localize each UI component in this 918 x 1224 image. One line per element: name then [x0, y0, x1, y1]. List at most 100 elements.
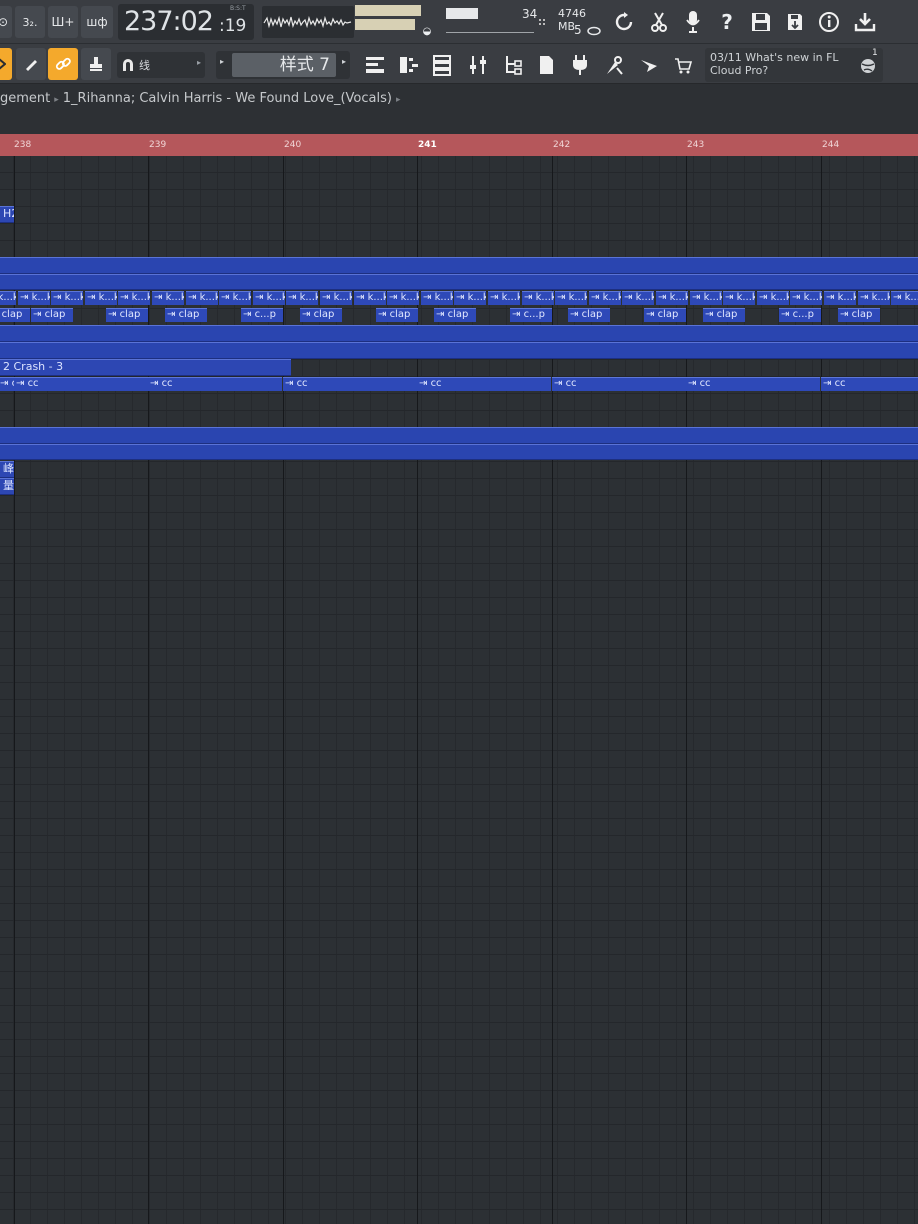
clip-long-1[interactable]	[0, 257, 918, 274]
kick-clip[interactable]: ⇥ k...k	[589, 291, 621, 305]
news-panel[interactable]: 03/11 What's new in FL Cloud Pro? 1	[705, 48, 883, 82]
clip-long-3[interactable]	[0, 325, 918, 342]
kick-clip[interactable]: ⇥ k...k	[51, 291, 83, 305]
cc-clip[interactable]: ⇥ cc	[0, 377, 14, 391]
record-mode-button[interactable]: ⊙	[0, 6, 12, 38]
pattern-prev-arrow-icon[interactable]: ▸	[220, 57, 224, 66]
kick-clip[interactable]: ⇥ k...k	[286, 291, 318, 305]
clap-clip[interactable]: ⇥ clap	[568, 308, 610, 322]
piano-roll-button[interactable]	[393, 50, 425, 80]
render-button[interactable]	[779, 7, 811, 37]
send-to-button[interactable]	[633, 50, 665, 80]
clap-clip[interactable]: ⇥ clap	[838, 308, 880, 322]
kick-clip[interactable]: ⇥ k...k	[723, 291, 755, 305]
audio-editor-button[interactable]	[598, 50, 630, 80]
cc-clip[interactable]: ⇥ cc	[14, 377, 148, 391]
clap-clip[interactable]: ⇥ clap	[300, 308, 342, 322]
clip-long-6[interactable]	[0, 444, 918, 460]
link-ring-icon[interactable]	[586, 26, 602, 36]
clip-chinese-2[interactable]: 量	[0, 478, 14, 495]
kick-clip[interactable]: ⇥ k...k	[354, 291, 386, 305]
plugin-button[interactable]	[564, 50, 596, 80]
kick-clip[interactable]: ⇥ k...k	[186, 291, 218, 305]
marketplace-button[interactable]	[667, 50, 699, 80]
clap-clip[interactable]: ⇥ clap	[31, 308, 73, 322]
kick-clip[interactable]: ⇥ k...k	[622, 291, 654, 305]
pattern-selector[interactable]: ▸ 样式 7 ▸	[216, 51, 350, 79]
info-button[interactable]	[813, 7, 845, 37]
save-button[interactable]	[745, 7, 777, 37]
kick-clip[interactable]: ⇥ k...k	[858, 291, 890, 305]
clip-long-4[interactable]	[0, 342, 918, 359]
cc-clip[interactable]: ⇥ cc	[686, 377, 820, 391]
breadcrumb-arrangement[interactable]: gement	[0, 91, 50, 106]
kick-clip[interactable]: ⇥ k...k	[253, 291, 285, 305]
breadcrumb-track[interactable]: 1_Rihanna; Calvin Harris - We Found Love…	[63, 91, 392, 106]
pattern-next-arrow-icon[interactable]: ▸	[342, 57, 346, 66]
kick-clip[interactable]: ⇥ k...k	[0, 291, 16, 305]
kick-clip[interactable]: ⇥ k...k	[488, 291, 520, 305]
kick-clip[interactable]: ⇥ k...k	[522, 291, 554, 305]
kick-clip[interactable]: ⇥ k...k	[757, 291, 789, 305]
cc-clip[interactable]: ⇥ cc	[821, 377, 918, 391]
clap-clip[interactable]: ⇥ clap	[0, 308, 30, 322]
channel-rack-button[interactable]	[426, 50, 458, 80]
clap-clip[interactable]: ⇥ clap	[106, 308, 148, 322]
song-position-display[interactable]: 237:02 :19 B:S:T	[118, 4, 254, 40]
kick-clip[interactable]: ⇥ k...k	[790, 291, 822, 305]
clip-crash[interactable]: 2 Crash - 3	[0, 359, 291, 376]
snap-selector[interactable]: 线 ▸	[117, 52, 205, 78]
clap-clip[interactable]: ⇥ c...p	[779, 308, 821, 322]
kick-clip[interactable]: ⇥ k...k	[18, 291, 50, 305]
record-audio-button[interactable]	[677, 7, 709, 37]
kick-clip[interactable]: ⇥ k...k	[690, 291, 722, 305]
mixer-button[interactable]	[462, 50, 494, 80]
cc-clip[interactable]: ⇥ cc	[148, 377, 282, 391]
metronome-button[interactable]: шф	[81, 6, 113, 38]
clap-clip[interactable]: ⇥ clap	[376, 308, 418, 322]
browser-button[interactable]	[497, 50, 529, 80]
stamp-tool-button[interactable]	[81, 48, 111, 80]
clap-clip[interactable]: ⇥ c...p	[510, 308, 552, 322]
help-button[interactable]: ?	[711, 7, 743, 37]
clap-clip[interactable]: ⇥ clap	[165, 308, 207, 322]
cc-clip-label: cc	[834, 378, 846, 389]
master-pitch-knob[interactable]: ◒	[420, 24, 434, 38]
kick-clip-label: k...k	[266, 292, 285, 303]
clap-clip[interactable]: ⇥ clap	[434, 308, 476, 322]
kick-clip[interactable]: ⇥ k...k	[85, 291, 117, 305]
kick-clip[interactable]: ⇥ k...k	[824, 291, 856, 305]
kick-clip[interactable]: ⇥ k...k	[219, 291, 251, 305]
bar-line	[821, 156, 822, 1224]
kick-clip[interactable]: ⇥ k...k	[656, 291, 688, 305]
kick-clip[interactable]: ⇥ k...k	[555, 291, 587, 305]
clap-clip[interactable]: ⇥ clap	[703, 308, 745, 322]
clap-clip[interactable]: ⇥ c...p	[241, 308, 283, 322]
project-notes-button[interactable]	[530, 50, 562, 80]
undo-history-button[interactable]	[608, 7, 640, 37]
cc-clip[interactable]: ⇥ cc	[552, 377, 686, 391]
clip-long-2[interactable]	[0, 274, 918, 290]
clip-h2[interactable]: H2	[0, 206, 14, 223]
kick-clip[interactable]: ⇥ k...k	[152, 291, 184, 305]
playlist-window-button[interactable]	[359, 50, 391, 80]
kick-clip[interactable]: ⇥ k...k	[454, 291, 486, 305]
kick-clip[interactable]: ⇥ k...k	[891, 291, 918, 305]
clip-long-5[interactable]	[0, 427, 918, 444]
cut-button[interactable]	[643, 7, 675, 37]
timeline-ruler[interactable]: 238 239 240 241 242 243 244	[0, 134, 918, 156]
kick-clip[interactable]: ⇥ k...k	[320, 291, 352, 305]
kick-clip[interactable]: ⇥ k...k	[118, 291, 150, 305]
cc-clip[interactable]: ⇥ cc	[283, 377, 417, 391]
clip-chinese-1[interactable]: 峰	[0, 461, 14, 478]
countdown-button[interactable]: 3₂.	[15, 6, 45, 38]
kick-clip[interactable]: ⇥ k...k	[421, 291, 453, 305]
playlist-mode-button[interactable]	[0, 48, 12, 80]
cc-clip[interactable]: ⇥ cc	[417, 377, 551, 391]
chain-link-button[interactable]	[48, 48, 78, 80]
clap-clip[interactable]: ⇥ clap	[644, 308, 686, 322]
draw-tool-button[interactable]	[16, 48, 46, 80]
step-edit-button[interactable]: Ш+	[48, 6, 78, 38]
download-button[interactable]	[849, 7, 881, 37]
kick-clip[interactable]: ⇥ k...k	[387, 291, 419, 305]
